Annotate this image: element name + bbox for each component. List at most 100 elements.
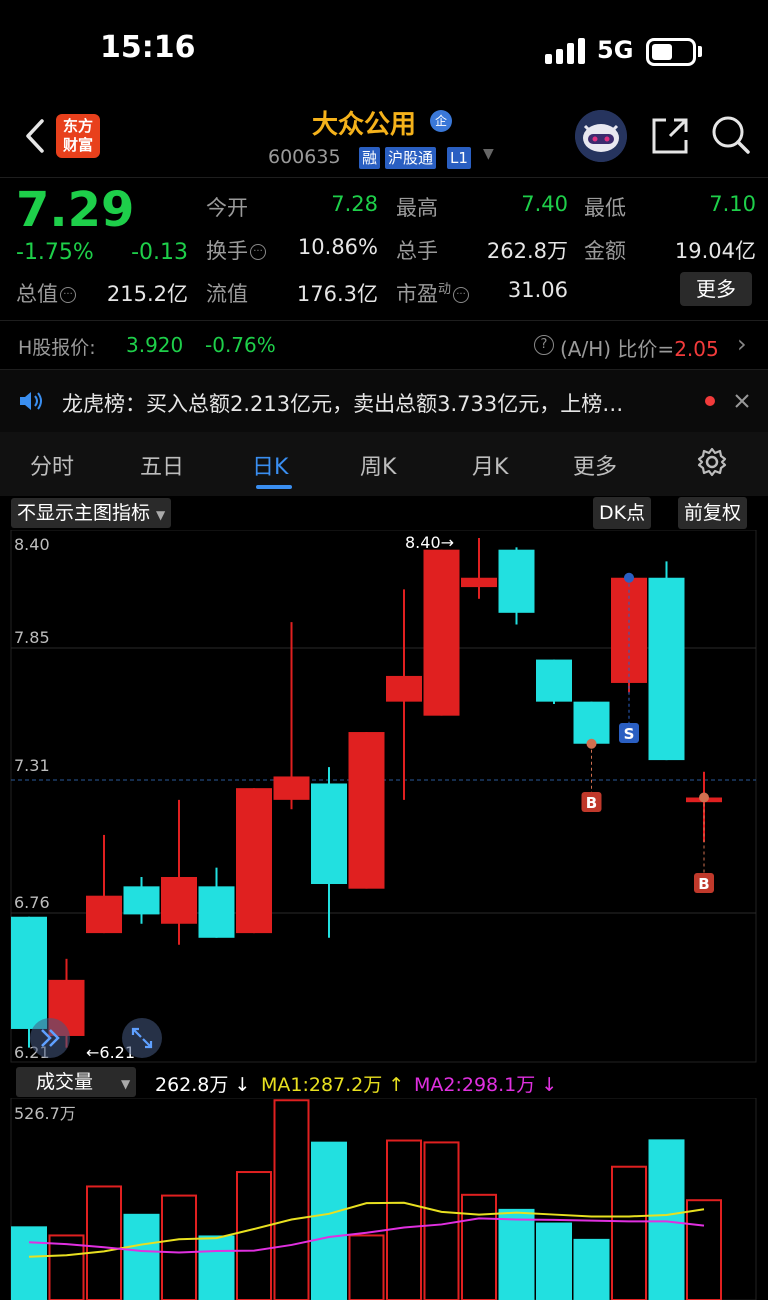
indicator-select[interactable]: 不显示主图指标 ▼ bbox=[11, 498, 172, 528]
price-tick: 8.40 bbox=[14, 535, 50, 554]
volume-bar bbox=[498, 1208, 535, 1300]
more-info-icon: ··· bbox=[60, 287, 76, 303]
gear-icon[interactable] bbox=[696, 446, 728, 478]
high-label: 最高 bbox=[396, 196, 438, 220]
news-text[interactable]: 龙虎榜：买入总额2.213亿元，卖出总额3.733亿元，上榜… bbox=[62, 388, 692, 418]
chevron-down-icon[interactable]: ▼ bbox=[483, 146, 494, 162]
float-label: 流值 bbox=[206, 282, 248, 306]
volume-bar bbox=[611, 1165, 647, 1300]
volume-bar bbox=[123, 1213, 160, 1300]
candle-body bbox=[573, 701, 610, 744]
volume-bar bbox=[236, 1171, 272, 1300]
app-logo: 东方财富 bbox=[56, 114, 100, 158]
candle-body bbox=[198, 886, 235, 938]
tab-monthly-k[interactable]: 月K bbox=[472, 449, 508, 481]
high-value: 7.40 bbox=[521, 192, 568, 216]
unread-dot bbox=[705, 396, 715, 406]
candle-body bbox=[236, 788, 272, 934]
candle-body bbox=[611, 577, 647, 683]
expand-icon bbox=[131, 1027, 153, 1049]
float-value: 176.3亿 bbox=[296, 282, 378, 306]
kline-chart[interactable]: B S B bbox=[0, 530, 768, 1065]
price-tick: 7.31 bbox=[14, 756, 50, 775]
volume-bar bbox=[386, 1139, 422, 1300]
volume-value: 262.8万 bbox=[486, 239, 568, 263]
network-type: 5G bbox=[597, 36, 634, 64]
amount-value: 19.04亿 bbox=[674, 239, 756, 263]
stock-code: 600635 bbox=[268, 146, 341, 168]
enterprise-badge: 企 bbox=[430, 110, 452, 132]
avatar[interactable] bbox=[575, 110, 627, 162]
volume-bar bbox=[311, 1141, 347, 1300]
more-button[interactable]: 更多 bbox=[680, 272, 752, 306]
volume-indicator-select[interactable]: 成交量 ▼ bbox=[16, 1067, 137, 1097]
stock-name[interactable]: 大众公用 bbox=[312, 104, 416, 141]
candle-body bbox=[348, 732, 385, 889]
turnover-label[interactable]: 换手 ··· bbox=[206, 235, 266, 265]
hshare-pct: -0.76% bbox=[205, 333, 276, 357]
close-icon[interactable] bbox=[734, 393, 750, 409]
back-icon[interactable] bbox=[24, 118, 46, 154]
more-info-icon: ··· bbox=[453, 287, 470, 303]
tab-intraday[interactable]: 分时 bbox=[30, 449, 74, 481]
adjust-button[interactable]: 前复权 bbox=[678, 497, 748, 529]
candle-body bbox=[498, 549, 535, 613]
volume-bar bbox=[573, 1238, 610, 1300]
tab-five-day[interactable]: 五日 bbox=[140, 449, 184, 481]
help-icon[interactable]: ? bbox=[534, 335, 554, 355]
volume-tick: 526.7万 bbox=[14, 1104, 76, 1123]
high-marker: 8.40→ bbox=[405, 533, 455, 552]
pe-value: 31.06 bbox=[507, 278, 568, 302]
fullscreen-button[interactable] bbox=[122, 1018, 162, 1058]
open-value: 7.28 bbox=[331, 192, 378, 216]
volume-label: 总手 bbox=[396, 239, 438, 263]
candle-body bbox=[536, 659, 572, 702]
price-tick: 7.85 bbox=[14, 628, 50, 647]
amount-label: 金额 bbox=[584, 239, 626, 263]
ah-ratio: (A/H) 比价=2.05 bbox=[560, 337, 719, 361]
volume-bar bbox=[686, 1199, 722, 1300]
share-icon[interactable] bbox=[650, 116, 690, 156]
volume-chart[interactable] bbox=[0, 1098, 768, 1300]
ma1-value: MA1:287.2万 ↑ bbox=[261, 1074, 405, 1096]
chevron-down-icon: ▼ bbox=[121, 1077, 131, 1091]
hshare-price: 3.920 bbox=[126, 333, 184, 357]
candle-body bbox=[123, 886, 160, 915]
tab-daily-k[interactable]: 日K bbox=[252, 449, 288, 481]
tab-weekly-k[interactable]: 周K bbox=[360, 449, 396, 481]
volume-value: 262.8万 ↓ bbox=[155, 1074, 251, 1096]
robot-icon bbox=[575, 110, 627, 162]
signal-dot bbox=[624, 572, 634, 583]
volume-bar bbox=[348, 1234, 385, 1300]
battery-icon bbox=[646, 38, 696, 66]
open-label: 今开 bbox=[206, 196, 248, 220]
status-time: 15:16 bbox=[100, 30, 196, 65]
volume-bar bbox=[461, 1193, 497, 1300]
search-icon[interactable] bbox=[710, 114, 752, 156]
chevron-down-icon: ▼ bbox=[156, 508, 166, 522]
scroll-left-button[interactable] bbox=[30, 1018, 70, 1058]
change-percent: -1.75% bbox=[16, 240, 94, 265]
volume-bar bbox=[423, 1141, 460, 1300]
chevron-right-icon[interactable]: › bbox=[737, 330, 747, 358]
mktcap-value: 215.2亿 bbox=[106, 282, 188, 306]
price-tick: 6.76 bbox=[14, 893, 50, 912]
more-info-icon: ··· bbox=[250, 244, 266, 260]
candle-body bbox=[311, 783, 347, 885]
volume-bar bbox=[86, 1185, 122, 1300]
pe-label[interactable]: 市盈动 ··· bbox=[396, 278, 470, 308]
connect-tag: 沪股通 bbox=[385, 147, 437, 169]
volume-bar bbox=[273, 1099, 310, 1300]
signal-label: S bbox=[624, 725, 635, 743]
candle-body bbox=[11, 916, 47, 1029]
dk-point-button[interactable]: DK点 bbox=[593, 497, 652, 529]
volume-bar bbox=[11, 1226, 47, 1300]
speaker-icon bbox=[20, 392, 42, 410]
current-price: 7.29 bbox=[16, 182, 135, 238]
signal-label: B bbox=[586, 794, 597, 812]
tab-more[interactable]: 更多 bbox=[573, 449, 617, 481]
candle-body bbox=[86, 895, 122, 934]
candle-body bbox=[423, 549, 460, 716]
mktcap-label[interactable]: 总值 ··· bbox=[16, 278, 76, 308]
hshare-label: H股报价: bbox=[18, 337, 96, 359]
